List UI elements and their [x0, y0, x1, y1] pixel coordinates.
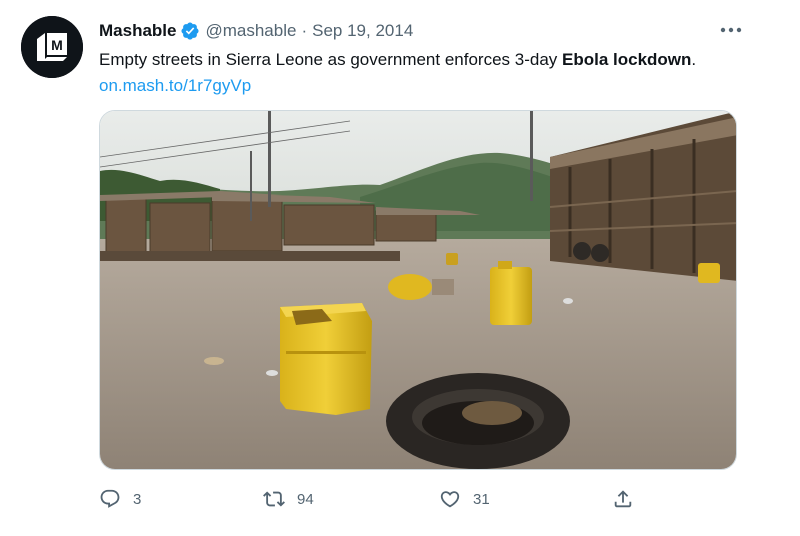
mashable-logo-icon: M	[21, 16, 83, 78]
separator-dot: ·	[301, 21, 308, 40]
avatar[interactable]: M	[21, 16, 83, 78]
tweet-link[interactable]: on.mash.to/1r7gyVp	[99, 76, 251, 95]
more-button[interactable]	[714, 18, 748, 42]
retweet-count: 94	[297, 490, 314, 508]
heart-icon	[440, 491, 460, 508]
reply-count: 3	[133, 490, 142, 508]
avatar-letter: M	[51, 37, 63, 53]
street-photo-image	[100, 111, 736, 469]
tweet-card[interactable]: M Mashable @mashable · Sep 19, 2014 Empt…	[0, 0, 800, 536]
handle[interactable]: @mashable	[205, 21, 296, 41]
retweet-button[interactable]: 94	[263, 484, 314, 514]
tweet-text-after: .	[691, 50, 697, 69]
verified-badge-icon	[180, 21, 200, 41]
tweet-text-plain: Empty streets in Sierra Leone as governm…	[99, 50, 563, 69]
like-count: 31	[473, 490, 490, 508]
reply-button[interactable]: 3	[99, 484, 141, 514]
tweet-photo[interactable]	[99, 110, 737, 470]
action-bar: 3 94 31	[99, 484, 659, 514]
tweet-text: Empty streets in Sierra Leone as governm…	[99, 47, 699, 99]
like-button[interactable]: 31	[439, 484, 490, 514]
tweet-text-bold: Ebola lockdown	[562, 50, 692, 69]
reply-icon	[100, 489, 120, 508]
share-icon	[614, 490, 632, 508]
tweet-header: Mashable @mashable · Sep 19, 2014	[99, 18, 740, 44]
share-button[interactable]	[612, 484, 634, 514]
retweet-icon	[263, 491, 285, 507]
tweet-date[interactable]: Sep 19, 2014	[312, 21, 413, 41]
display-name[interactable]: Mashable	[99, 21, 176, 41]
more-icon	[720, 27, 742, 33]
